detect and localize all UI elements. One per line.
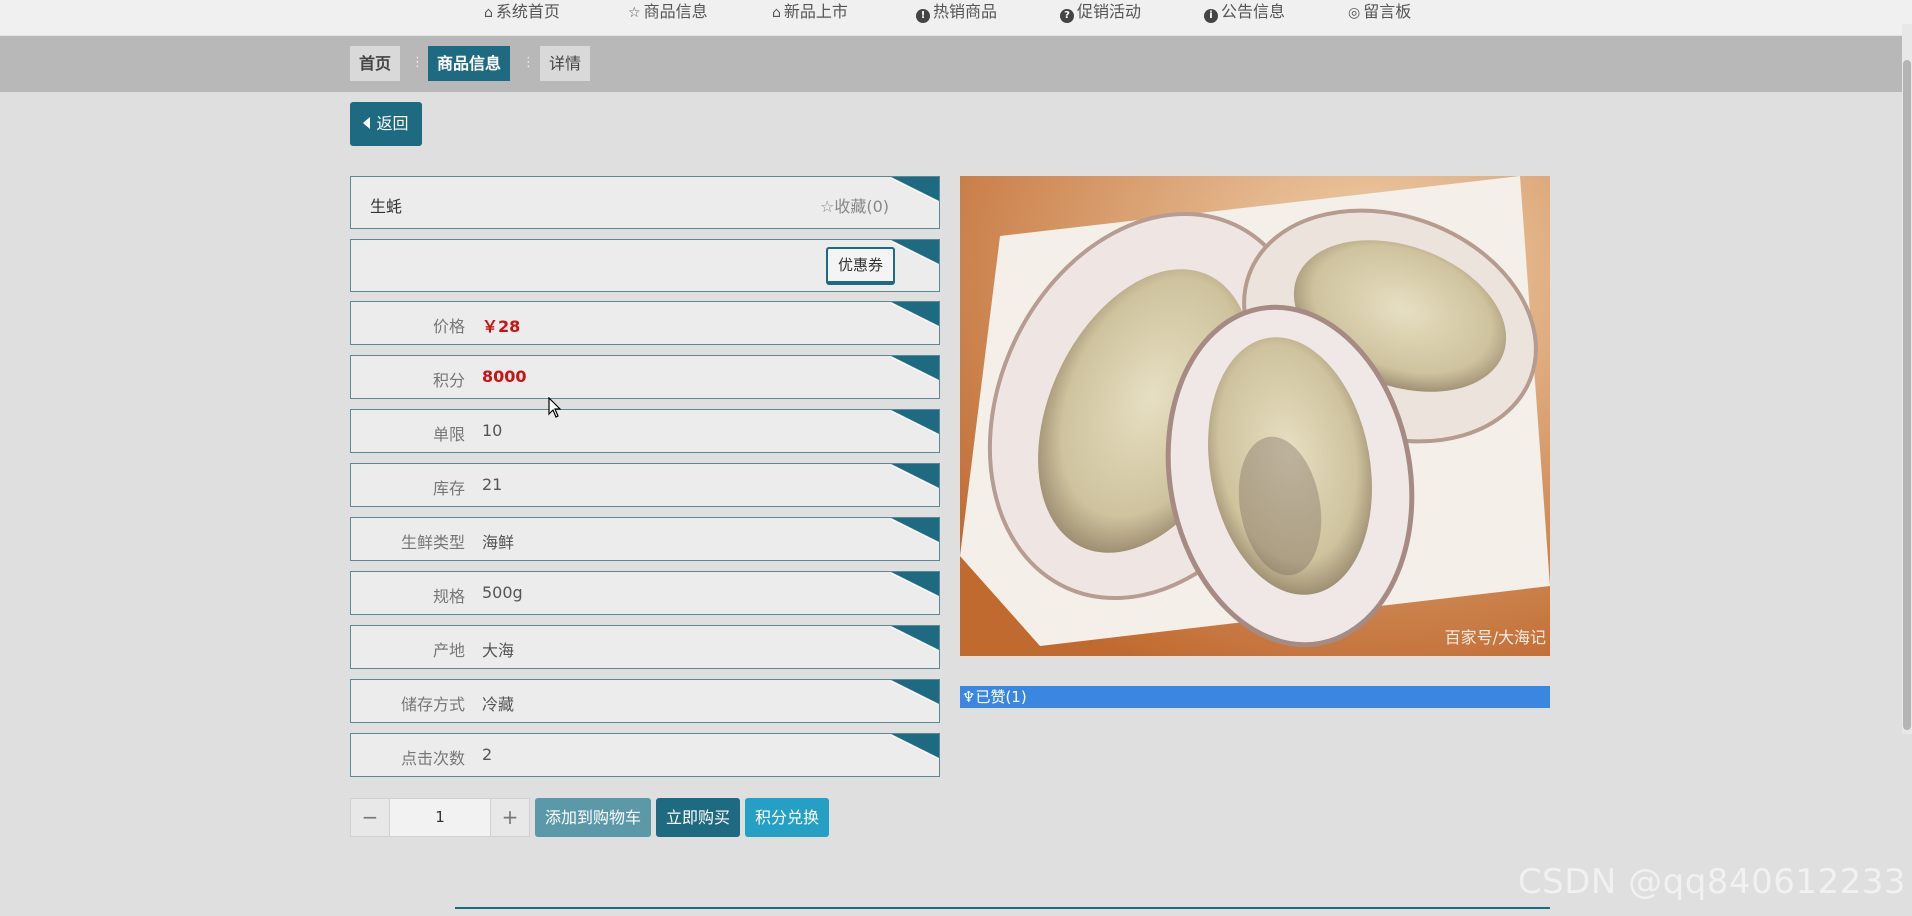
- like-label: 已赞(1): [975, 688, 1027, 706]
- mouse-cursor-icon: [548, 397, 562, 418]
- points-value: 8000: [482, 367, 527, 386]
- oyster-photo: [960, 176, 1550, 656]
- corner-decoration-line: [891, 356, 939, 380]
- clicks-value: 2: [482, 745, 493, 764]
- nav-item-announcements[interactable]: i 公告信息: [1204, 0, 1285, 24]
- nav-item-hot[interactable]: ! 热销商品: [916, 0, 997, 24]
- nav-label: 系统首页: [495, 2, 560, 21]
- product-title-row: 生蚝 ☆收藏(0): [350, 176, 940, 229]
- thumbs-up-icon: ♆: [962, 688, 976, 706]
- spec-value: 500g: [482, 583, 523, 602]
- breadcrumb-separator: ⋮: [411, 55, 424, 70]
- field-row-clicks: 点击次数 2: [350, 733, 940, 777]
- caret-left-icon: [363, 117, 371, 129]
- field-row-spec: 规格 500g: [350, 571, 940, 615]
- corner-decoration-line: [891, 302, 939, 326]
- back-button[interactable]: 返回: [350, 102, 422, 146]
- quantity-input[interactable]: 1: [390, 798, 490, 837]
- top-nav: ⌂ 系统首页 ☆ 商品信息 ⌂ 新品上市 ! 热销商品 ? 促销活动 i 公告信息 ◎ 留言板: [0, 0, 1912, 36]
- nav-item-new-arrivals[interactable]: ⌂ 新品上市: [772, 0, 848, 24]
- corner-decoration-line: [891, 240, 939, 264]
- quantity-decrease-button[interactable]: −: [350, 798, 390, 837]
- coupon-button[interactable]: 优惠券: [826, 247, 895, 285]
- field-row-stock: 库存 21: [350, 463, 940, 507]
- chat-icon: ◎: [1348, 5, 1361, 21]
- field-row-limit: 单限 10: [350, 409, 940, 453]
- origin-value: 大海: [482, 641, 515, 660]
- field-label: 储存方式: [400, 695, 465, 714]
- product-name: 生蚝: [370, 197, 403, 216]
- product-image: 百家号/大海记: [960, 176, 1550, 656]
- exclamation-icon: !: [916, 9, 930, 23]
- price-value: ￥28: [482, 317, 521, 336]
- favorite-button[interactable]: ☆收藏(0): [820, 193, 889, 217]
- storage-value: 冷藏: [482, 695, 515, 714]
- back-label: 返回: [376, 114, 409, 133]
- corner-decoration-line: [891, 464, 939, 488]
- breadcrumb-home[interactable]: 首页: [350, 46, 401, 81]
- nav-item-products[interactable]: ☆ 商品信息: [628, 0, 708, 24]
- nav-label: 热销商品: [933, 2, 998, 21]
- field-label: 价格: [432, 317, 465, 336]
- field-row-type: 生鲜类型 海鲜: [350, 517, 940, 561]
- field-label: 规格: [432, 587, 465, 606]
- limit-value: 10: [482, 421, 503, 440]
- field-label: 生鲜类型: [400, 533, 465, 552]
- corner-decoration-line: [891, 734, 939, 758]
- nav-item-messages[interactable]: ◎ 留言板: [1348, 0, 1411, 24]
- nav-item-home[interactable]: ⌂ 系统首页: [484, 0, 560, 24]
- field-row-origin: 产地 大海: [350, 625, 940, 669]
- corner-decoration-line: [891, 518, 939, 542]
- field-row-storage: 储存方式 冷藏: [350, 679, 940, 723]
- watermark: CSDN @qq840612233: [1517, 862, 1906, 902]
- breadcrumb-products[interactable]: 商品信息: [428, 46, 511, 81]
- breadcrumb: 首页 ⋮ 商品信息 ⋮ 详情: [0, 36, 1912, 92]
- breadcrumb-detail: 详情: [540, 46, 591, 81]
- nav-label: 留言板: [1363, 2, 1412, 21]
- info-icon: i: [1204, 9, 1218, 23]
- corner-decoration-line: [891, 410, 939, 434]
- home-icon: ⌂: [484, 5, 493, 21]
- corner-decoration-line: [891, 177, 939, 201]
- buy-now-button[interactable]: 立即购买: [656, 798, 740, 837]
- quantity-increase-button[interactable]: +: [490, 798, 530, 837]
- footer-divider: [455, 907, 1550, 909]
- points-exchange-button[interactable]: 积分兑换: [745, 798, 829, 837]
- stock-value: 21: [482, 475, 503, 494]
- like-button[interactable]: ♆已赞(1): [960, 686, 1550, 708]
- bag-icon: ⌂: [772, 5, 781, 21]
- question-icon: ?: [1060, 9, 1074, 23]
- field-label: 单限: [432, 425, 465, 444]
- favorite-label: 收藏(0): [834, 197, 889, 216]
- field-label: 库存: [432, 479, 465, 498]
- nav-label: 公告信息: [1221, 2, 1286, 21]
- type-value: 海鲜: [482, 533, 515, 552]
- field-row-price: 价格 ￥28: [350, 301, 940, 345]
- scrollbar[interactable]: [1902, 24, 1912, 734]
- nav-label: 促销活动: [1077, 2, 1142, 21]
- star-icon: ☆: [628, 5, 641, 21]
- corner-decoration-line: [891, 572, 939, 596]
- scrollbar-thumb[interactable]: [1903, 60, 1911, 730]
- breadcrumb-separator: ⋮: [522, 55, 535, 70]
- field-label: 点击次数: [400, 749, 465, 768]
- corner-decoration-line: [891, 626, 939, 650]
- field-label: 积分: [432, 371, 465, 390]
- field-label: 产地: [432, 641, 465, 660]
- nav-label: 新品上市: [783, 2, 848, 21]
- coupon-row: 优惠券: [350, 239, 940, 292]
- corner-decoration-line: [891, 680, 939, 704]
- image-caption: 百家号/大海记: [1444, 628, 1546, 647]
- field-row-points: 积分 8000: [350, 355, 940, 399]
- star-outline-icon: ☆: [819, 197, 835, 216]
- nav-item-promotions[interactable]: ? 促销活动: [1060, 0, 1141, 24]
- add-to-cart-button[interactable]: 添加到购物车: [535, 798, 651, 837]
- nav-label: 商品信息: [643, 2, 708, 21]
